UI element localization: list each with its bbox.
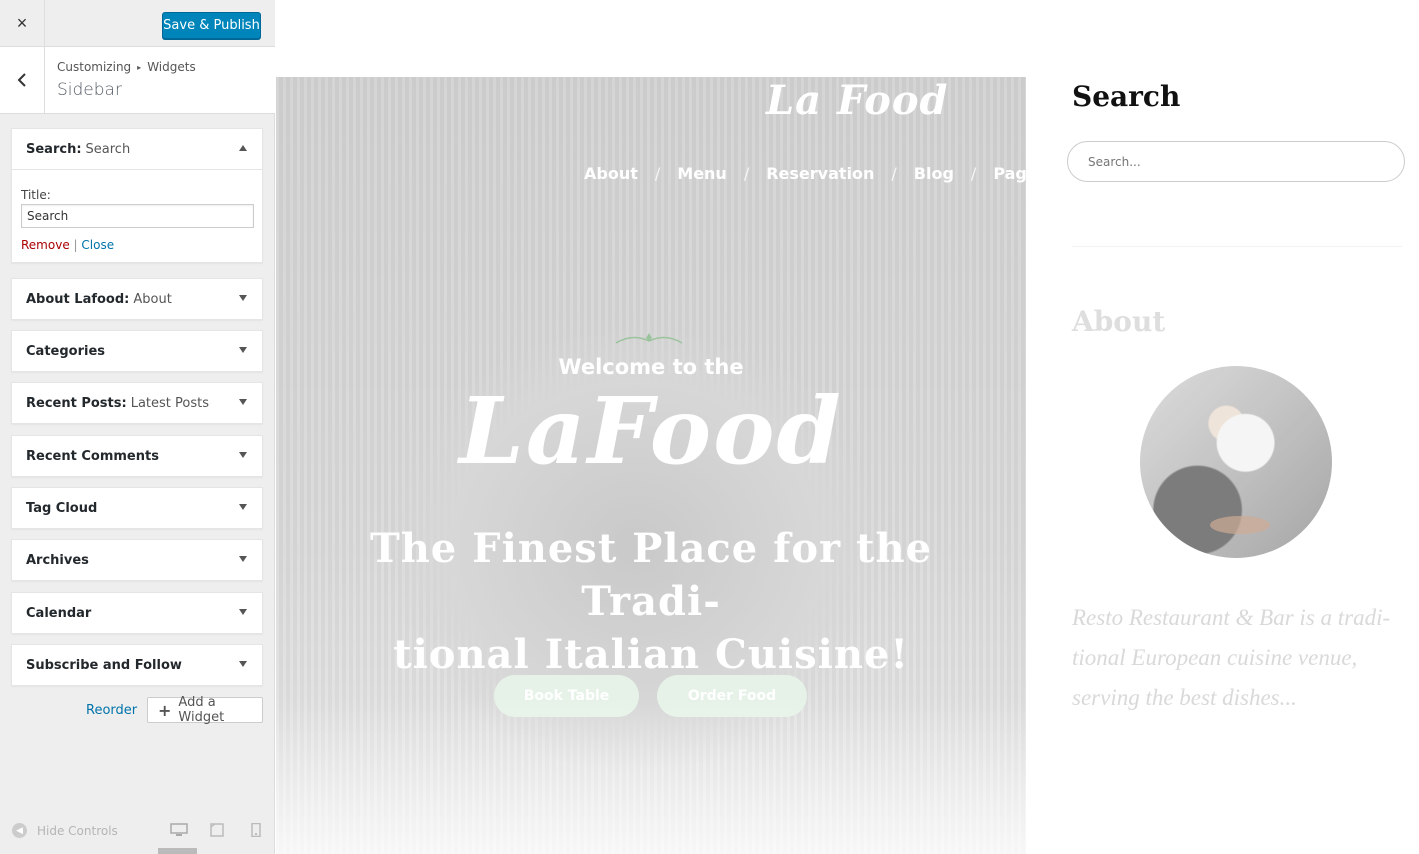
- widget-recent-comments[interactable]: Recent Comments: [11, 435, 263, 477]
- hero-tagline: The Finest Place for the Tradi- tional I…: [301, 522, 1001, 681]
- main-nav: About / Menu / Reservation / Blog / Page…: [584, 164, 1026, 183]
- active-device-indicator: [158, 848, 197, 854]
- widget-subscribe-follow[interactable]: Subscribe and Follow: [11, 644, 263, 686]
- widget-type: Subscribe and Follow: [26, 657, 182, 673]
- caret-down-icon[interactable]: [239, 661, 247, 667]
- mobile-icon[interactable]: [247, 823, 265, 837]
- caret-down-icon[interactable]: [239, 295, 247, 301]
- nav-item-menu[interactable]: Menu: [677, 164, 727, 183]
- widget-type: Tag Cloud: [26, 500, 98, 516]
- sidebar-about-heading: About: [1072, 305, 1166, 338]
- sidebar-divider: [1072, 246, 1402, 247]
- title-field[interactable]: [21, 204, 254, 228]
- remove-link[interactable]: Remove: [21, 238, 70, 252]
- section-title: Sidebar: [57, 80, 122, 100]
- widget-title: Search: [85, 141, 131, 157]
- widget-header[interactable]: Recent Comments: [12, 436, 262, 476]
- actions-divider: |: [73, 238, 78, 252]
- caret-down-icon[interactable]: [239, 504, 247, 510]
- save-publish-button[interactable]: Save & Publish: [162, 12, 261, 39]
- hide-controls-button[interactable]: ◀ Hide Controls: [12, 823, 118, 838]
- welcome-heading: Welcome to the: [558, 355, 744, 379]
- widget-type: About Lafood:: [26, 291, 130, 307]
- breadcrumb-separator: ▸: [137, 63, 142, 72]
- widget-type: Recent Posts:: [26, 395, 127, 411]
- widget-header[interactable]: Archives: [12, 540, 262, 580]
- tagline-line-2: tional Italian Cuisine!: [393, 631, 909, 678]
- widget-type: Calendar: [26, 605, 92, 621]
- chevron-left-icon: [17, 73, 26, 87]
- arrow-left-icon: ◀: [12, 823, 27, 838]
- book-table-button[interactable]: Book Table: [494, 675, 639, 717]
- hide-controls-label: Hide Controls: [37, 823, 118, 838]
- nav-separator: /: [743, 164, 750, 183]
- sidebar-search-input[interactable]: [1067, 141, 1405, 182]
- caret-up-icon[interactable]: [239, 145, 247, 151]
- back-button[interactable]: [0, 47, 45, 113]
- customizer-footer: ◀ Hide Controls: [0, 815, 275, 854]
- title-field-label: Title:: [21, 188, 51, 202]
- breadcrumb-root: Customizing: [57, 60, 132, 74]
- ornament-icon: [615, 333, 683, 344]
- customizer-panel: × Save & Publish Customizing ▸ Widgets Sid…: [0, 0, 275, 854]
- order-food-button[interactable]: Order Food: [657, 675, 807, 717]
- nav-separator: /: [970, 164, 977, 183]
- widget-recent-posts[interactable]: Recent Posts: Latest Posts: [11, 382, 263, 424]
- caret-down-icon[interactable]: [239, 347, 247, 353]
- hero-logo: LaFood: [459, 377, 843, 485]
- site-logo[interactable]: La Food: [766, 77, 949, 124]
- close-icon: ×: [16, 13, 28, 33]
- widget-type: Categories: [26, 343, 106, 359]
- close-link[interactable]: Close: [81, 238, 114, 252]
- widget-search: Search: Search Title: Remove | Close: [11, 128, 263, 263]
- widget-body-search: Title: Remove | Close: [12, 169, 262, 262]
- breadcrumb: Customizing ▸ Widgets: [57, 60, 196, 74]
- widget-actions: Remove | Close: [21, 238, 253, 252]
- customizer-header: × Save & Publish: [0, 0, 275, 47]
- caret-down-icon[interactable]: [239, 609, 247, 615]
- widget-header[interactable]: Recent Posts: Latest Posts: [12, 383, 262, 423]
- widget-header[interactable]: Calendar: [12, 593, 262, 633]
- reorder-link[interactable]: Reorder: [86, 703, 137, 718]
- widget-type: Archives: [26, 552, 89, 568]
- widget-header[interactable]: Tag Cloud: [12, 488, 262, 528]
- caret-down-icon[interactable]: [239, 452, 247, 458]
- nav-separator: /: [654, 164, 661, 183]
- nav-item-blog[interactable]: Blog: [914, 164, 954, 183]
- caret-down-icon[interactable]: [239, 399, 247, 405]
- breadcrumb-parent: Widgets: [147, 60, 196, 74]
- widget-type: Recent Comments: [26, 448, 159, 464]
- add-widget-label: Add a Widget: [178, 695, 225, 725]
- sidebar-search-heading: Search: [1072, 80, 1181, 113]
- widget-about-lafood[interactable]: About Lafood: About: [11, 278, 263, 320]
- tablet-icon[interactable]: [208, 823, 226, 837]
- widget-archives[interactable]: Archives: [11, 539, 263, 581]
- nav-item-reservation[interactable]: Reservation: [766, 164, 874, 183]
- close-customizer-button[interactable]: ×: [0, 0, 45, 47]
- sidebar-about-text: Resto Restaurant & Bar is a tradi-tional…: [1072, 605, 1391, 710]
- widget-header[interactable]: Categories: [12, 331, 262, 371]
- tagline-line-1: The Finest Place for the Tradi-: [369, 525, 933, 625]
- nav-item-about[interactable]: About: [584, 164, 638, 183]
- widget-header-search[interactable]: Search: Search: [12, 129, 262, 169]
- add-widget-button[interactable]: + Add a Widget: [147, 695, 263, 725]
- widget-calendar[interactable]: Calendar: [11, 592, 263, 634]
- widget-type: Search:: [26, 141, 82, 157]
- hero-section: La Food About / Menu / Reservation / Blo…: [276, 77, 1026, 854]
- widget-title: Latest Posts: [130, 395, 209, 411]
- widget-header[interactable]: About Lafood: About: [12, 279, 262, 319]
- nav-item-pages[interactable]: Pages: [993, 164, 1026, 183]
- plus-icon: +: [158, 700, 172, 720]
- widget-title: About: [133, 291, 172, 307]
- chef-photo: [1140, 366, 1332, 558]
- widget-header[interactable]: Subscribe and Follow: [12, 645, 262, 685]
- nav-separator: /: [891, 164, 897, 183]
- widget-categories[interactable]: Categories: [11, 330, 263, 372]
- desktop-icon[interactable]: [170, 823, 188, 837]
- section-header: Customizing ▸ Widgets Sidebar: [0, 47, 275, 114]
- caret-down-icon[interactable]: [239, 556, 247, 562]
- widget-tag-cloud[interactable]: Tag Cloud: [11, 487, 263, 529]
